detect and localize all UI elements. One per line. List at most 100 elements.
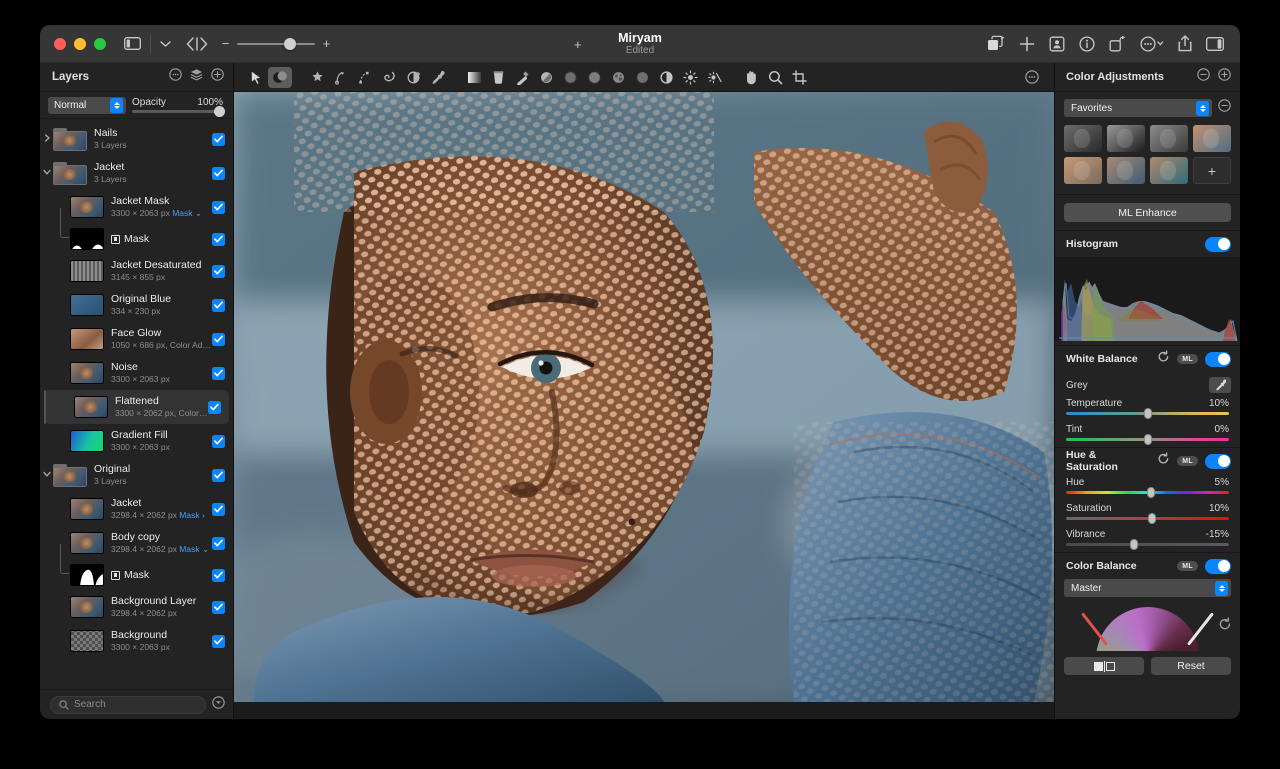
layer-row[interactable]: Background Layer 3298.4 × 2062 px — [40, 590, 233, 624]
gradient-tool[interactable] — [462, 67, 486, 88]
slider-row[interactable]: Vibrance -15% — [1055, 526, 1240, 552]
disclosure-triangle-icon[interactable] — [40, 168, 53, 178]
mask-link[interactable]: Mask ⌄ — [179, 544, 209, 554]
preset-thumb-6[interactable] — [1107, 157, 1145, 184]
zoom-out-label[interactable]: − — [221, 36, 230, 51]
more-options-icon[interactable] — [1140, 35, 1164, 52]
split-view-button[interactable] — [1064, 657, 1144, 675]
layer-row[interactable]: Jacket 3298.4 × 2062 px Mask › — [40, 492, 233, 526]
hand-tool[interactable] — [739, 67, 763, 88]
reset-icon[interactable] — [1157, 350, 1170, 368]
layer-visibility-checkbox[interactable] — [212, 568, 225, 582]
zoom-tool[interactable] — [763, 67, 787, 88]
slider-track[interactable] — [1066, 487, 1229, 498]
toggle-panels-icon[interactable] — [124, 37, 141, 50]
add-preset-button[interactable]: + — [1193, 157, 1231, 184]
layer-visibility-checkbox[interactable] — [212, 468, 225, 482]
layer-visibility-checkbox[interactable] — [212, 132, 225, 146]
slider-track[interactable] — [1066, 434, 1229, 445]
presets-category-select[interactable]: Favorites — [1064, 99, 1212, 117]
zoom-slider-track[interactable] — [237, 37, 315, 50]
slider-knob[interactable] — [1143, 408, 1152, 419]
rotate-icon[interactable] — [1109, 35, 1126, 52]
add-icon[interactable] — [1019, 36, 1035, 52]
color-balance-range-select[interactable]: Master — [1064, 579, 1231, 597]
opacity-slider-knob[interactable] — [214, 106, 225, 117]
chevron-updown-icon[interactable] — [110, 97, 123, 113]
layer-visibility-checkbox[interactable] — [212, 502, 225, 516]
tool-strip[interactable] — [234, 63, 1054, 92]
eyedropper-icon[interactable] — [1209, 377, 1231, 393]
preset-thumb-1[interactable] — [1064, 125, 1102, 152]
opacity-control[interactable]: Opacity 100% — [132, 97, 225, 117]
zoom-slider-knob[interactable] — [284, 37, 296, 50]
color-balance-ml-button[interactable]: ML — [1177, 561, 1198, 571]
node-tool[interactable] — [353, 67, 377, 88]
pen-tool[interactable] — [329, 67, 353, 88]
layer-visibility-checkbox[interactable] — [212, 264, 225, 278]
layer-mask-row[interactable]: Mask — [40, 208, 233, 254]
slider-row[interactable]: Temperature 10% — [1055, 395, 1240, 421]
slider-knob[interactable] — [1143, 434, 1152, 445]
more-tools-icon[interactable] — [1020, 67, 1044, 88]
new-document-plus[interactable]: + — [574, 37, 582, 52]
preset-thumb-7[interactable] — [1150, 157, 1188, 184]
disclosure-triangle-icon[interactable] — [40, 470, 53, 480]
minimize-button[interactable] — [74, 37, 86, 50]
hue-saturation-toggle[interactable] — [1205, 453, 1231, 469]
crop-tool[interactable] — [787, 67, 811, 88]
layer-visibility-checkbox[interactable] — [212, 298, 225, 312]
maximize-button[interactable] — [94, 37, 106, 50]
layer-visibility-checkbox[interactable] — [212, 200, 225, 214]
layer-row[interactable]: Gradient Fill 3300 × 2063 px — [40, 424, 233, 458]
collapse-icon[interactable] — [1197, 68, 1210, 86]
erase-brush-tool[interactable] — [534, 67, 558, 88]
opacity-slider-track[interactable] — [132, 106, 225, 117]
preset-thumb-2[interactable] — [1107, 125, 1145, 152]
move-tool[interactable] — [244, 67, 268, 88]
info-icon[interactable] — [1079, 35, 1095, 52]
mask-link[interactable]: Mask ⌄ — [172, 208, 202, 218]
slider-track[interactable] — [1066, 513, 1229, 524]
close-button[interactable] — [54, 37, 66, 50]
histogram-toggle[interactable] — [1205, 236, 1231, 252]
hue-saturation-ml-button[interactable]: ML — [1177, 456, 1198, 466]
color-balance-wheel[interactable] — [1055, 605, 1240, 651]
slider-track[interactable] — [1066, 539, 1229, 550]
lighten-tool[interactable] — [678, 67, 702, 88]
blur-brush-tool[interactable] — [582, 67, 606, 88]
zoom-in-label[interactable]: + — [322, 36, 331, 51]
layer-visibility-checkbox[interactable] — [212, 634, 225, 648]
search-input[interactable]: Search — [50, 695, 206, 714]
dodge-brush-tool[interactable] — [558, 67, 582, 88]
layer-group-row[interactable]: Original 3 Layers — [40, 458, 233, 492]
reset-icon[interactable] — [1157, 452, 1170, 470]
paint-bucket-tool[interactable] — [486, 67, 510, 88]
layer-visibility-checkbox[interactable] — [212, 166, 225, 180]
slider-knob[interactable] — [1130, 539, 1139, 550]
white-balance-toggle[interactable] — [1205, 351, 1231, 367]
layer-list[interactable]: Nails 3 Layers Jacket 3 Layers Jacket Mask 33… — [40, 119, 233, 689]
mask-link[interactable]: Mask › — [179, 510, 205, 520]
image-canvas[interactable] — [234, 92, 1054, 719]
inspector-icon[interactable] — [1206, 36, 1224, 51]
filter-options-icon[interactable] — [212, 695, 225, 714]
slider-track[interactable] — [1066, 408, 1229, 419]
layer-visibility-checkbox[interactable] — [208, 400, 221, 414]
presets-grid[interactable]: + — [1055, 117, 1240, 194]
layer-visibility-checkbox[interactable] — [212, 600, 225, 614]
layer-group-row[interactable]: Nails 3 Layers — [40, 122, 233, 156]
magic-wand-tool[interactable] — [305, 67, 329, 88]
preset-thumb-3[interactable] — [1150, 125, 1188, 152]
layer-visibility-checkbox[interactable] — [212, 366, 225, 380]
layer-row[interactable]: Original Blue 334 × 230 px — [40, 288, 233, 322]
slider-row[interactable]: Hue 5% — [1055, 474, 1240, 500]
hue-saturation-sliders[interactable]: Hue 5% Saturation 10% Vibrance -15% — [1055, 474, 1240, 552]
contrast-tool[interactable] — [654, 67, 678, 88]
expand-icon[interactable] — [1218, 68, 1231, 86]
paint-brush-tool[interactable] — [510, 67, 534, 88]
burn-brush-tool[interactable] — [630, 67, 654, 88]
layer-row[interactable]: Background 3300 × 2063 px — [40, 624, 233, 658]
blend-mode-select[interactable]: Normal — [48, 96, 126, 114]
layer-visibility-checkbox[interactable] — [212, 332, 225, 346]
